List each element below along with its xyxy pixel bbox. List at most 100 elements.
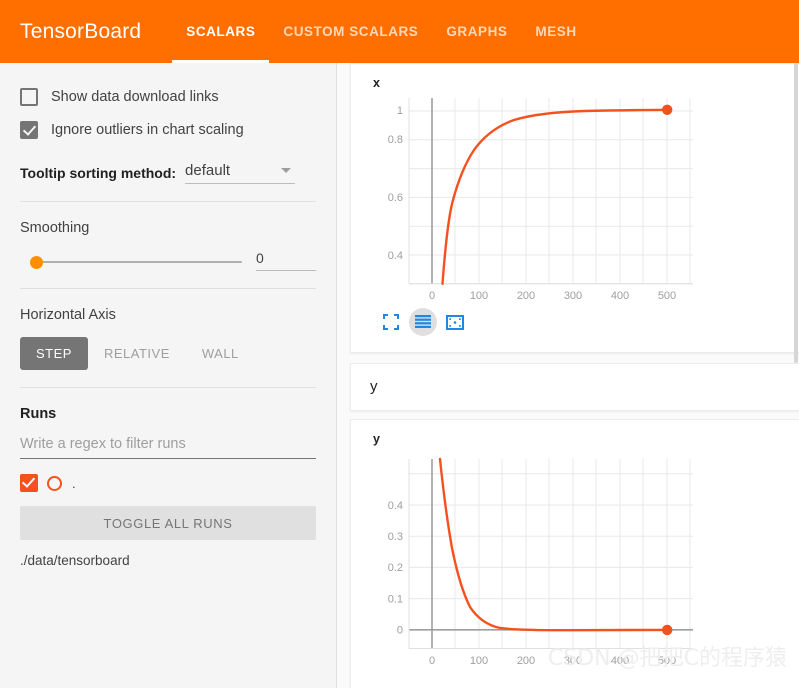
svg-text:100: 100 (470, 290, 488, 302)
ignore-outliers-label: Ignore outliers in chart scaling (51, 122, 244, 138)
tab-scalars[interactable]: SCALARS (172, 0, 270, 63)
toggle-all-runs-button[interactable]: TOGGLE ALL RUNS (20, 506, 316, 540)
tab-mesh[interactable]: MESH (521, 0, 590, 63)
haxis-option-relative[interactable]: RELATIVE (88, 337, 186, 370)
run-checkbox[interactable] (20, 474, 38, 492)
smoothing-value-field[interactable]: 0 (256, 250, 316, 271)
toggle-all-runs-label: TOGGLE ALL RUNS (103, 515, 233, 531)
svg-text:0: 0 (429, 655, 435, 667)
chart-y-ytick-labels: 0.4 0.3 0.2 0.1 0 (388, 500, 403, 637)
app-brand-title: TensorBoard (20, 19, 142, 43)
chart-group-header-y-label: y (370, 378, 378, 395)
chart-x-toolbar (377, 308, 473, 336)
horizontal-axis-options: STEP RELATIVE WALL (20, 337, 316, 370)
svg-text:0.8: 0.8 (388, 134, 403, 146)
tab-scalars-label: SCALARS (186, 24, 256, 39)
tooltip-sorting-select[interactable]: default (185, 162, 296, 184)
tensorboard-app: TensorBoard SCALARS CUSTOM SCALARS GRAPH… (0, 0, 799, 688)
chart-y-title: y (373, 432, 380, 446)
tooltip-sorting-label: Tooltip sorting method: (20, 165, 177, 181)
svg-text:0: 0 (429, 290, 435, 302)
haxis-option-wall[interactable]: WALL (186, 337, 255, 370)
haxis-option-relative-label: RELATIVE (103, 346, 170, 361)
chart-x-title: x (373, 76, 380, 90)
smoothing-value: 0 (256, 250, 316, 271)
chart-x-series-line (441, 108, 669, 285)
run-item-dot[interactable]: . (20, 472, 316, 494)
chart-x-ytick-labels: 1 0.8 0.6 0.4 (388, 105, 403, 262)
svg-text:300: 300 (564, 655, 582, 667)
svg-text:300: 300 (564, 290, 582, 302)
smoothing-row: 0 (20, 250, 316, 271)
svg-text:500: 500 (658, 655, 676, 667)
ignore-outliers-checkbox[interactable] (20, 121, 38, 139)
chart-card-x: x 1 0.8 0.6 0.4 0 100 200 300 400 500 (350, 63, 799, 353)
page-scrollbar-thumb[interactable] (794, 63, 798, 363)
reset-zoom-icon[interactable] (441, 308, 469, 336)
svg-text:0.2: 0.2 (388, 562, 403, 574)
tooltip-sorting-row: Tooltip sorting method: default (20, 162, 316, 184)
chart-x-end-marker (662, 104, 673, 115)
svg-text:0.4: 0.4 (388, 500, 403, 512)
chart-y-svg: 0.4 0.3 0.2 0.1 0 0 100 200 300 400 500 (388, 457, 693, 667)
settings-sidebar: Show data download links Ignore outliers… (0, 63, 337, 688)
chart-y-series-line (438, 457, 669, 632)
svg-text:0.3: 0.3 (388, 531, 403, 543)
haxis-option-step-label: STEP (36, 346, 72, 361)
page-scrollbar[interactable] (793, 63, 799, 688)
divider-runs (20, 387, 316, 388)
haxis-option-step[interactable]: STEP (20, 337, 88, 370)
svg-text:1: 1 (397, 105, 403, 117)
data-table-icon[interactable] (409, 308, 437, 336)
run-name-label: . (72, 475, 76, 491)
tab-custom-scalars[interactable]: CUSTOM SCALARS (269, 0, 432, 63)
smoothing-slider-thumb[interactable] (30, 256, 43, 269)
chart-x-gridlines (409, 98, 693, 285)
haxis-option-wall-label: WALL (201, 346, 239, 361)
chart-y-xtick-labels: 0 100 200 300 400 500 (429, 655, 676, 667)
chart-card-y: y 0.4 0.3 0.2 0.1 0 0 100 200 300 400 50… (350, 419, 799, 688)
horizontal-axis-label: Horizontal Axis (20, 307, 116, 323)
divider-haxis (20, 288, 316, 289)
tab-mesh-label: MESH (535, 24, 577, 39)
svg-text:400: 400 (611, 290, 629, 302)
run-color-swatch-icon (47, 475, 62, 491)
chevron-down-icon (281, 168, 292, 173)
chart-y-plot[interactable]: 0.4 0.3 0.2 0.1 0 0 100 200 300 400 500 (369, 448, 749, 688)
runs-label: Runs (20, 406, 57, 422)
chart-y-gridlines (409, 459, 693, 649)
smoothing-label: Smoothing (20, 220, 90, 236)
svg-text:200: 200 (517, 655, 535, 667)
smoothing-slider-track (34, 261, 242, 263)
svg-text:400: 400 (611, 655, 629, 667)
tab-graphs-label: GRAPHS (446, 24, 508, 39)
chart-x-xtick-labels: 0 100 200 300 400 500 (429, 290, 676, 302)
runs-filter-placeholder: Write a regex to filter runs (20, 436, 186, 452)
logdir-path: ./data/tensorboard (20, 553, 130, 568)
chart-group-header-y[interactable]: y (350, 363, 799, 411)
svg-text:0.1: 0.1 (388, 593, 403, 605)
chart-x-svg: 1 0.8 0.6 0.4 0 100 200 300 400 500 (388, 98, 693, 302)
svg-text:0.6: 0.6 (388, 192, 403, 204)
main-tabs: SCALARS CUSTOM SCALARS GRAPHS MESH (172, 0, 590, 63)
show-download-links-label: Show data download links (51, 89, 219, 105)
svg-text:0: 0 (397, 625, 403, 637)
show-download-links-row[interactable]: Show data download links (20, 84, 316, 110)
svg-text:0.4: 0.4 (388, 250, 403, 262)
svg-text:200: 200 (517, 290, 535, 302)
tooltip-sorting-value: default (185, 162, 231, 179)
ignore-outliers-row[interactable]: Ignore outliers in chart scaling (20, 117, 316, 143)
smoothing-slider[interactable] (20, 253, 248, 271)
chart-y-end-marker (662, 624, 673, 636)
chart-x-plot[interactable]: 1 0.8 0.6 0.4 0 100 200 300 400 500 (369, 90, 749, 305)
divider-smoothing (20, 201, 316, 202)
runs-filter-input[interactable]: Write a regex to filter runs (20, 436, 316, 459)
svg-text:500: 500 (658, 290, 676, 302)
expand-icon[interactable] (377, 308, 405, 336)
tab-custom-scalars-label: CUSTOM SCALARS (283, 24, 419, 39)
svg-text:100: 100 (470, 655, 488, 667)
show-download-links-checkbox[interactable] (20, 88, 38, 106)
tab-graphs[interactable]: GRAPHS (432, 0, 521, 63)
top-app-bar: TensorBoard SCALARS CUSTOM SCALARS GRAPH… (0, 0, 799, 63)
charts-area: x 1 0.8 0.6 0.4 0 100 200 300 400 500 y … (338, 63, 799, 688)
